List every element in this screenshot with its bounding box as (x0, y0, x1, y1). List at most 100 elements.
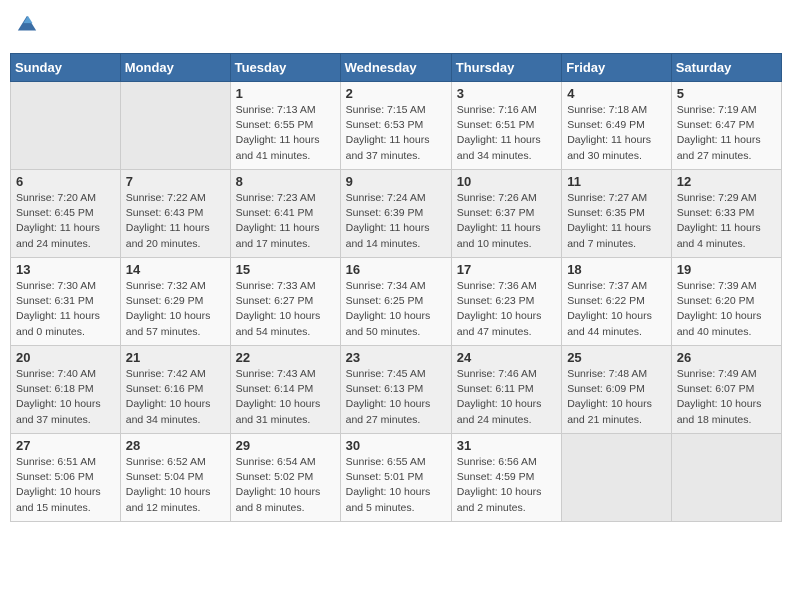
calendar-cell: 30 Sunrise: 6:55 AMSunset: 5:01 PMDayligh… (340, 434, 451, 522)
day-info: Sunrise: 6:56 AMSunset: 4:59 PMDaylight:… (457, 455, 556, 516)
calendar-cell (671, 434, 781, 522)
header-monday: Monday (120, 54, 230, 82)
day-number: 15 (236, 262, 335, 277)
header-wednesday: Wednesday (340, 54, 451, 82)
header-friday: Friday (562, 54, 672, 82)
day-number: 9 (346, 174, 446, 189)
calendar-cell: 13Sunrise: 7:30 AMSunset: 6:31 PMDayligh… (11, 258, 121, 346)
day-info: Sunrise: 7:30 AMSunset: 6:31 PMDaylight:… (16, 279, 115, 340)
calendar-cell: 4Sunrise: 7:18 AMSunset: 6:49 PMDaylight… (562, 82, 672, 170)
calendar-cell: 15 Sunrise: 7:33 AMSunset: 6:27 PMDayligh… (230, 258, 340, 346)
day-number: 23 (346, 350, 446, 365)
day-info: Sunrise: 7:22 AMSunset: 6:43 PMDaylight:… (126, 191, 225, 252)
calendar-cell: 28 Sunrise: 6:52 AMSunset: 5:04 PMDayligh… (120, 434, 230, 522)
calendar-week-row: 13Sunrise: 7:30 AMSunset: 6:31 PMDayligh… (11, 258, 782, 346)
day-info: Sunrise: 6:54 AMSunset: 5:02 PMDaylight:… (236, 455, 335, 516)
day-number: 18 (567, 262, 666, 277)
day-number: 26 (677, 350, 776, 365)
header-tuesday: Tuesday (230, 54, 340, 82)
day-info: Sunrise: 7:33 AMSunset: 6:27 PMDaylight:… (236, 279, 335, 340)
day-number: 6 (16, 174, 115, 189)
calendar-cell: 11 Sunrise: 7:27 AMSunset: 6:35 PMDayligh… (562, 170, 672, 258)
day-number: 27 (16, 438, 115, 453)
day-info: Sunrise: 7:16 AMSunset: 6:51 PMDaylight:… (457, 103, 556, 164)
day-info: Sunrise: 7:26 AMSunset: 6:37 PMDaylight:… (457, 191, 556, 252)
day-number: 21 (126, 350, 225, 365)
day-info: Sunrise: 7:15 AMSunset: 6:53 PMDaylight:… (346, 103, 446, 164)
day-info: Sunrise: 7:40 AMSunset: 6:18 PMDaylight:… (16, 367, 115, 428)
calendar-cell: 19 Sunrise: 7:39 AMSunset: 6:20 PMDayligh… (671, 258, 781, 346)
day-info: Sunrise: 7:37 AMSunset: 6:22 PMDaylight:… (567, 279, 666, 340)
day-info: Sunrise: 7:24 AMSunset: 6:39 PMDaylight:… (346, 191, 446, 252)
calendar-table: SundayMondayTuesdayWednesdayThursdayFrid… (10, 53, 782, 522)
day-number: 2 (346, 86, 446, 101)
day-info: Sunrise: 7:20 AMSunset: 6:45 PMDaylight:… (16, 191, 115, 252)
calendar-cell: 16Sunrise: 7:34 AMSunset: 6:25 PMDayligh… (340, 258, 451, 346)
day-info: Sunrise: 7:23 AMSunset: 6:41 PMDaylight:… (236, 191, 335, 252)
day-number: 24 (457, 350, 556, 365)
day-number: 28 (126, 438, 225, 453)
day-info: Sunrise: 7:34 AMSunset: 6:25 PMDaylight:… (346, 279, 446, 340)
calendar-cell: 17Sunrise: 7:36 AMSunset: 6:23 PMDayligh… (451, 258, 561, 346)
calendar-week-row: 6 Sunrise: 7:20 AMSunset: 6:45 PMDaylight… (11, 170, 782, 258)
calendar-cell: 12 Sunrise: 7:29 AMSunset: 6:33 PMDayligh… (671, 170, 781, 258)
day-number: 20 (16, 350, 115, 365)
day-info: Sunrise: 6:52 AMSunset: 5:04 PMDaylight:… (126, 455, 225, 516)
calendar-cell: 21 Sunrise: 7:42 AMSunset: 6:16 PMDayligh… (120, 346, 230, 434)
day-info: Sunrise: 7:13 AMSunset: 6:55 PMDaylight:… (236, 103, 335, 164)
calendar-cell: 25 Sunrise: 7:48 AMSunset: 6:09 PMDayligh… (562, 346, 672, 434)
day-number: 12 (677, 174, 776, 189)
calendar-cell: 6 Sunrise: 7:20 AMSunset: 6:45 PMDaylight… (11, 170, 121, 258)
day-number: 7 (126, 174, 225, 189)
day-number: 1 (236, 86, 335, 101)
day-number: 30 (346, 438, 446, 453)
calendar-cell: 10Sunrise: 7:26 AMSunset: 6:37 PMDayligh… (451, 170, 561, 258)
day-number: 25 (567, 350, 666, 365)
day-info: Sunrise: 7:45 AMSunset: 6:13 PMDaylight:… (346, 367, 446, 428)
day-info: Sunrise: 7:43 AMSunset: 6:14 PMDaylight:… (236, 367, 335, 428)
calendar-cell: 8Sunrise: 7:23 AMSunset: 6:41 PMDaylight… (230, 170, 340, 258)
day-info: Sunrise: 7:49 AMSunset: 6:07 PMDaylight:… (677, 367, 776, 428)
calendar-cell: 3 Sunrise: 7:16 AMSunset: 6:51 PMDaylight… (451, 82, 561, 170)
day-info: Sunrise: 7:29 AMSunset: 6:33 PMDaylight:… (677, 191, 776, 252)
day-info: Sunrise: 7:18 AMSunset: 6:49 PMDaylight:… (567, 103, 666, 164)
day-info: Sunrise: 7:19 AMSunset: 6:47 PMDaylight:… (677, 103, 776, 164)
day-number: 31 (457, 438, 556, 453)
day-number: 19 (677, 262, 776, 277)
calendar-cell: 31 Sunrise: 6:56 AMSunset: 4:59 PMDayligh… (451, 434, 561, 522)
calendar-week-row: 27Sunrise: 6:51 AMSunset: 5:06 PMDayligh… (11, 434, 782, 522)
day-number: 14 (126, 262, 225, 277)
page-header (10, 10, 782, 45)
day-info: Sunrise: 7:39 AMSunset: 6:20 PMDaylight:… (677, 279, 776, 340)
day-number: 29 (236, 438, 335, 453)
header-sunday: Sunday (11, 54, 121, 82)
day-number: 5 (677, 86, 776, 101)
calendar-cell: 1 Sunrise: 7:13 AMSunset: 6:55 PMDaylight… (230, 82, 340, 170)
day-info: Sunrise: 7:32 AMSunset: 6:29 PMDaylight:… (126, 279, 225, 340)
calendar-cell (120, 82, 230, 170)
day-info: Sunrise: 7:42 AMSunset: 6:16 PMDaylight:… (126, 367, 225, 428)
calendar-cell: 20 Sunrise: 7:40 AMSunset: 6:18 PMDayligh… (11, 346, 121, 434)
logo (16, 14, 40, 41)
day-number: 11 (567, 174, 666, 189)
day-info: Sunrise: 7:36 AMSunset: 6:23 PMDaylight:… (457, 279, 556, 340)
calendar-cell: 26 Sunrise: 7:49 AMSunset: 6:07 PMDayligh… (671, 346, 781, 434)
day-info: Sunrise: 6:55 AMSunset: 5:01 PMDaylight:… (346, 455, 446, 516)
calendar-cell: 7 Sunrise: 7:22 AMSunset: 6:43 PMDaylight… (120, 170, 230, 258)
header-saturday: Saturday (671, 54, 781, 82)
calendar-cell (562, 434, 672, 522)
calendar-cell: 2 Sunrise: 7:15 AMSunset: 6:53 PMDaylight… (340, 82, 451, 170)
calendar-header-row: SundayMondayTuesdayWednesdayThursdayFrid… (11, 54, 782, 82)
calendar-week-row: 1 Sunrise: 7:13 AMSunset: 6:55 PMDaylight… (11, 82, 782, 170)
calendar-cell: 24Sunrise: 7:46 AMSunset: 6:11 PMDayligh… (451, 346, 561, 434)
calendar-cell: 29 Sunrise: 6:54 AMSunset: 5:02 PMDayligh… (230, 434, 340, 522)
calendar-cell: 18 Sunrise: 7:37 AMSunset: 6:22 PMDayligh… (562, 258, 672, 346)
calendar-cell: 5 Sunrise: 7:19 AMSunset: 6:47 PMDaylight… (671, 82, 781, 170)
calendar-cell: 23 Sunrise: 7:45 AMSunset: 6:13 PMDayligh… (340, 346, 451, 434)
day-number: 3 (457, 86, 556, 101)
day-number: 22 (236, 350, 335, 365)
day-info: Sunrise: 7:48 AMSunset: 6:09 PMDaylight:… (567, 367, 666, 428)
logo-icon (16, 14, 38, 36)
calendar-cell (11, 82, 121, 170)
day-info: Sunrise: 7:27 AMSunset: 6:35 PMDaylight:… (567, 191, 666, 252)
